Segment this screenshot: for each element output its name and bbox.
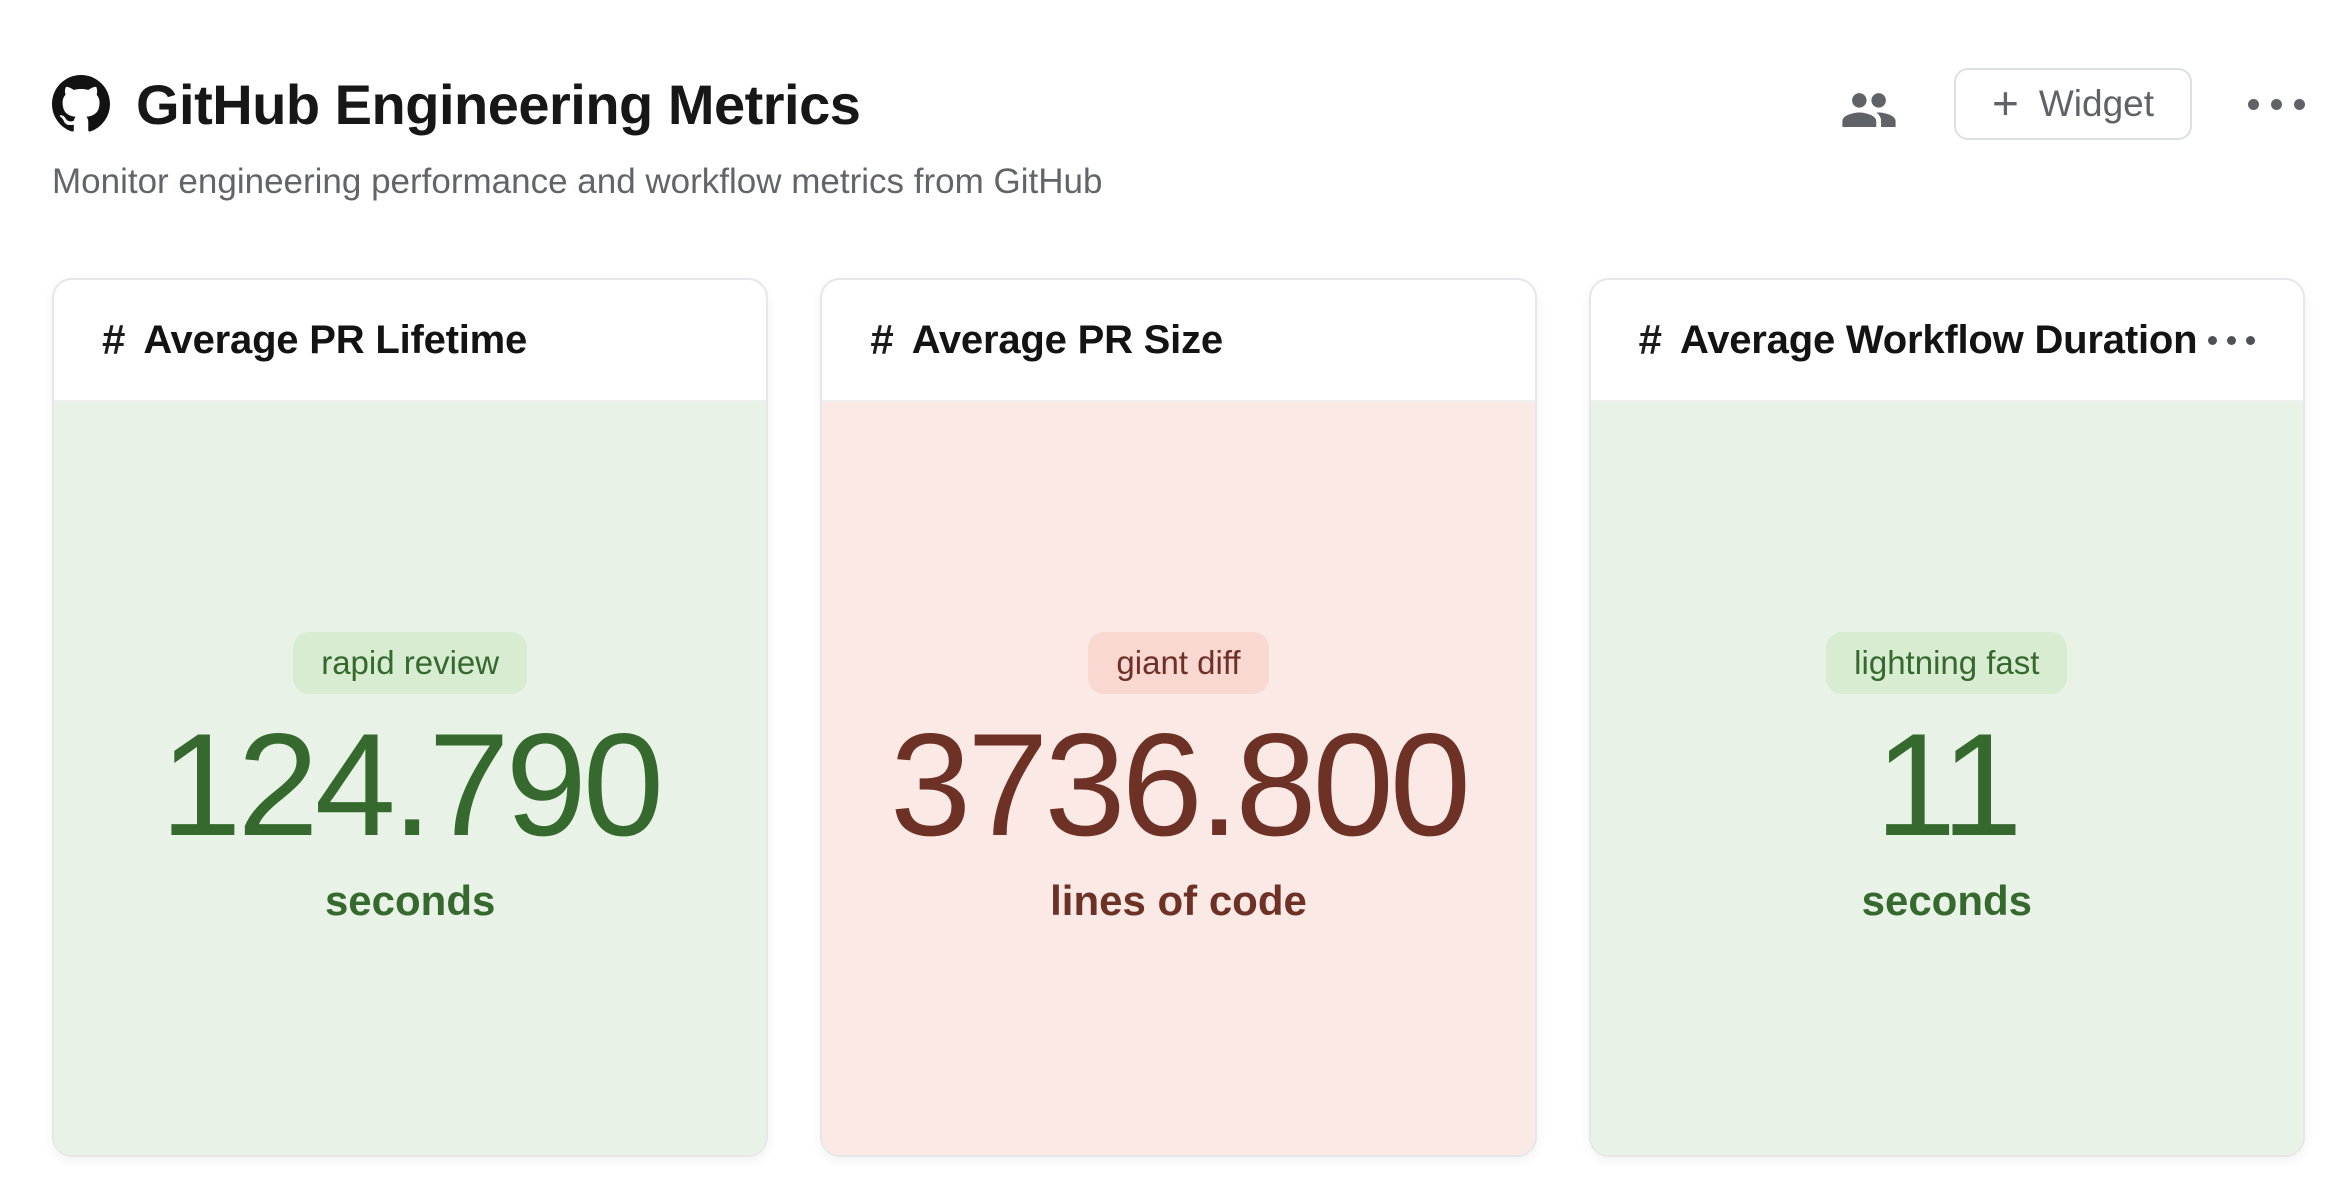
ellipsis-icon	[2208, 336, 2255, 345]
metric-unit: seconds	[1862, 877, 2032, 925]
page-menu-button[interactable]	[2248, 99, 2305, 110]
share-button[interactable]	[1840, 81, 1898, 127]
hash-icon: #	[1639, 316, 1662, 364]
dashboard-header: GitHub Engineering Metrics + Widget Moni…	[52, 64, 2305, 202]
add-widget-button[interactable]: + Widget	[1954, 68, 2192, 140]
metric-unit: lines of code	[1050, 877, 1307, 925]
metric-card-average-pr-lifetime: # Average PR Lifetime rapid review 124.7…	[52, 278, 768, 1157]
card-header: # Average PR Lifetime	[54, 280, 766, 402]
cards-row: # Average PR Lifetime rapid review 124.7…	[52, 278, 2305, 1157]
metric-value: 3736.800	[890, 708, 1467, 861]
plus-icon: +	[1992, 80, 2019, 126]
metric-value: 124.790	[160, 708, 660, 861]
metric-value: 11	[1875, 708, 2019, 861]
card-header: # Average PR Size	[822, 280, 1534, 402]
card-menu-button[interactable]	[2208, 336, 2255, 345]
header-actions: + Widget	[1840, 68, 2305, 140]
ellipsis-icon	[2248, 99, 2305, 110]
add-widget-label: Widget	[2039, 83, 2154, 125]
metric-card-average-pr-size: # Average PR Size giant diff 3736.800 li…	[820, 278, 1536, 1157]
status-badge: lightning fast	[1826, 632, 2067, 695]
github-logo-icon	[52, 75, 110, 133]
page-subtitle: Monitor engineering performance and work…	[52, 162, 2305, 202]
card-title: Average Workflow Duration	[1680, 318, 2197, 363]
status-badge: giant diff	[1088, 632, 1268, 695]
card-body: giant diff 3736.800 lines of code	[822, 402, 1534, 1155]
card-title: Average PR Lifetime	[143, 318, 527, 363]
card-title: Average PR Size	[912, 318, 1223, 363]
metric-card-average-workflow-duration: # Average Workflow Duration lightning fa…	[1589, 278, 2305, 1157]
metric-unit: seconds	[325, 877, 495, 925]
card-header: # Average Workflow Duration	[1591, 280, 2303, 402]
card-body: lightning fast 11 seconds	[1591, 402, 2303, 1155]
hash-icon: #	[102, 316, 125, 364]
page-title: GitHub Engineering Metrics	[136, 72, 860, 137]
status-badge: rapid review	[293, 632, 527, 695]
dashboard-page: GitHub Engineering Metrics + Widget Moni…	[0, 0, 2338, 1198]
title-row: GitHub Engineering Metrics + Widget	[52, 64, 2305, 144]
hash-icon: #	[870, 316, 893, 364]
card-body: rapid review 124.790 seconds	[54, 402, 766, 1155]
people-icon	[1840, 81, 1898, 127]
